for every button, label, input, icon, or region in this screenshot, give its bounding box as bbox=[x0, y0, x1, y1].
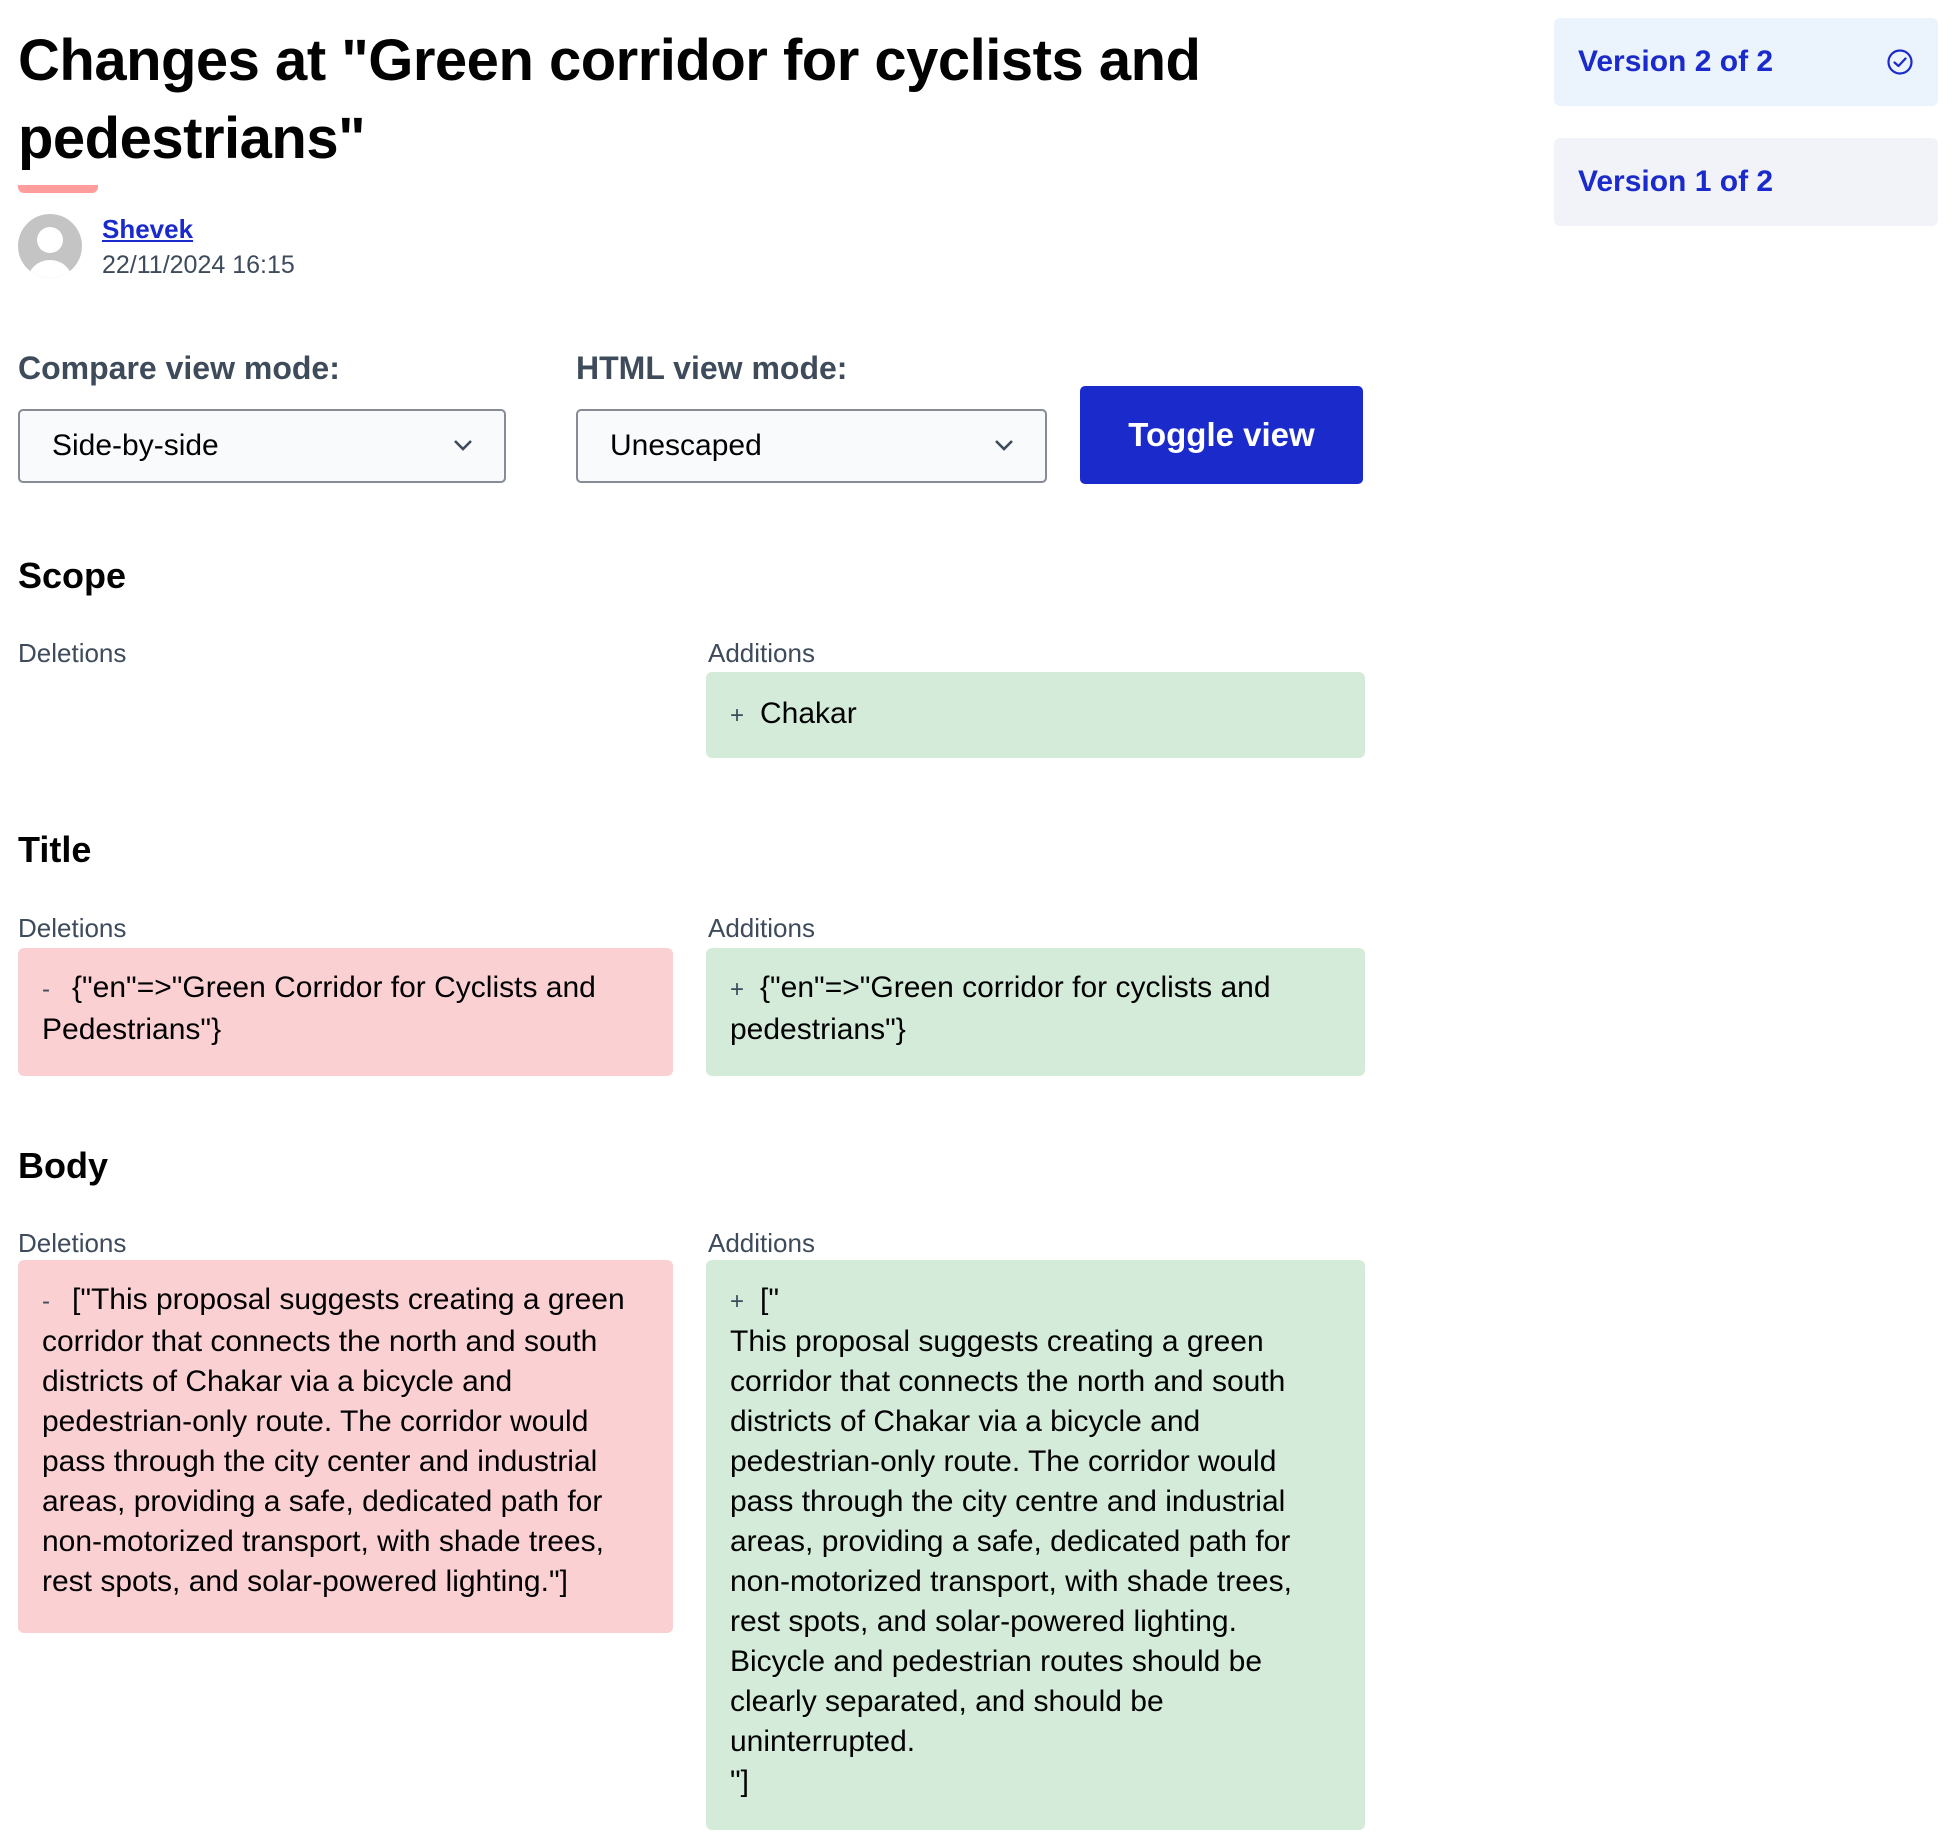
chevron-down-icon bbox=[995, 440, 1013, 451]
toggle-view-button[interactable]: Toggle view bbox=[1080, 386, 1363, 484]
main-content: Changes at "Green corridor for cyclists … bbox=[18, 0, 1365, 1830]
page-title: Changes at "Green corridor for cyclists … bbox=[18, 28, 1201, 171]
html-view-mode-select[interactable]: Unescaped bbox=[576, 409, 1047, 483]
compare-view-mode-label: Compare view mode: bbox=[18, 350, 340, 386]
deletions-label: Deletions bbox=[18, 913, 127, 943]
additions-label: Additions bbox=[708, 638, 815, 668]
title-underline-decoration bbox=[18, 185, 98, 193]
minus-sign: - bbox=[42, 1288, 50, 1315]
scope-added-text: Chakar bbox=[760, 697, 857, 730]
chevron-down-icon bbox=[454, 440, 472, 451]
additions-label: Additions bbox=[708, 913, 815, 943]
section-heading-body: Body bbox=[18, 1145, 108, 1186]
plus-sign: + bbox=[730, 1288, 745, 1315]
version-item-2[interactable]: Version 2 of 2 bbox=[1554, 18, 1938, 106]
check-circle-icon bbox=[1887, 49, 1913, 75]
title-added-text: {"en"=>"Green corridor for cyclists and … bbox=[730, 971, 1279, 1046]
body-deletions-box: - ["This proposal suggests creating a gre… bbox=[18, 1260, 673, 1633]
version-label: Version 1 of 2 bbox=[1578, 165, 1774, 198]
title-additions-box: + {"en"=>"Green corridor for cyclists and… bbox=[706, 948, 1365, 1076]
author-info: Shevek 22/11/2024 16:15 bbox=[18, 214, 618, 279]
version-label: Version 2 of 2 bbox=[1578, 45, 1774, 78]
html-view-mode-label: HTML view mode: bbox=[576, 350, 848, 386]
default-user-avatar-icon bbox=[18, 214, 82, 278]
body-deleted-text: ["This proposal suggests creating a gree… bbox=[42, 1283, 633, 1598]
versions-list: Version 2 of 2 Version 1 of 2 bbox=[1554, 18, 1938, 258]
title-deleted-text: {"en"=>"Green Corridor for Cyclists and … bbox=[42, 971, 605, 1046]
plus-sign: + bbox=[730, 702, 745, 729]
change-date: 22/11/2024 16:15 bbox=[102, 251, 295, 279]
body-additions-box: + [" This proposal suggests creating a gr… bbox=[706, 1260, 1365, 1830]
title-deletions-box: - {"en"=>"Green Corridor for Cyclists and… bbox=[18, 948, 673, 1076]
section-heading-title: Title bbox=[18, 829, 92, 870]
version-item-1[interactable]: Version 1 of 2 bbox=[1554, 138, 1938, 226]
compare-view-mode-value: Side-by-side bbox=[52, 429, 219, 462]
deletions-label: Deletions bbox=[18, 638, 127, 668]
author-name-link[interactable]: Shevek bbox=[102, 214, 193, 244]
compare-view-mode-select[interactable]: Side-by-side bbox=[18, 409, 506, 483]
additions-label: Additions bbox=[708, 1228, 815, 1258]
html-view-mode-value: Unescaped bbox=[610, 429, 762, 462]
minus-sign: - bbox=[42, 976, 50, 1003]
body-added-text: [" This proposal suggests creating a gre… bbox=[730, 1283, 1292, 1798]
deletions-label: Deletions bbox=[18, 1228, 127, 1258]
section-heading-scope: Scope bbox=[18, 555, 127, 596]
plus-sign: + bbox=[730, 976, 745, 1003]
scope-additions-box: + Chakar bbox=[706, 672, 1365, 758]
